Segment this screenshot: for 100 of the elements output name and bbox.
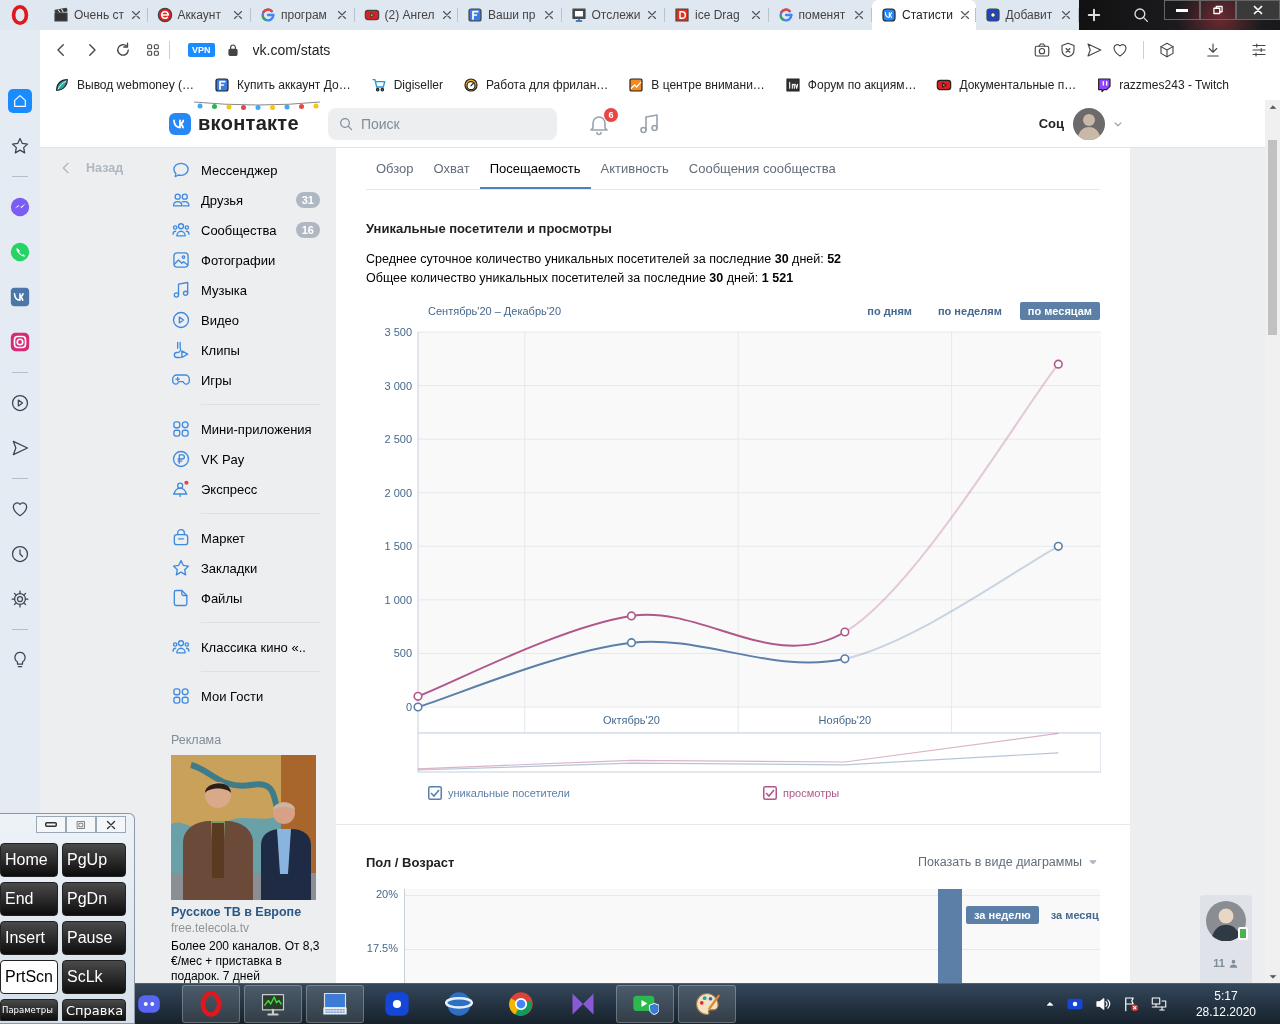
scrollbar[interactable] [1265,100,1280,984]
menu-item[interactable]: Мои Гости [165,681,320,711]
minimize-button[interactable] [36,816,66,833]
close-button[interactable] [96,816,126,833]
view-toggle[interactable]: Показать в виде диаграммы [918,855,1100,869]
period-button[interactable]: за неделю [966,906,1039,924]
scroll-thumb[interactable] [1268,140,1277,335]
browser-tab[interactable]: поменят [768,0,872,30]
close-button[interactable] [1236,0,1280,20]
send-icon[interactable] [1085,41,1103,59]
menu-item[interactable]: Друзья 31 [165,185,320,215]
browser-tab[interactable]: (2) Ангел [354,0,458,30]
browser-tab[interactable]: Отслежи [561,0,665,30]
browser-tab[interactable]: програм [251,0,355,30]
minimize-button[interactable] [1164,0,1200,20]
star-icon[interactable] [10,135,30,156]
menu-item[interactable]: Видео [165,305,320,335]
browser-tab[interactable]: Добавит [975,0,1079,30]
search-icon[interactable] [1132,6,1150,24]
key[interactable]: PrtScn [0,960,58,994]
period-button[interactable]: за месяц [1042,906,1107,924]
tab[interactable]: Посещаемость [479,148,591,189]
square-logo-icon[interactable] [9,285,31,308]
clock[interactable]: 5:17 28.12.2020 [1195,988,1256,1020]
download-icon[interactable] [1204,41,1222,59]
bookmark[interactable]: Форум по акциям… [784,77,917,93]
camera-icon[interactable] [1033,41,1051,59]
key[interactable]: Insert [0,921,58,955]
settings-icon[interactable] [10,588,30,609]
palette-icon[interactable] [693,990,721,1018]
restore-button[interactable] [1200,0,1236,20]
browser-tab[interactable]: Ваши пр [458,0,562,30]
bookmark[interactable]: Купить аккаунт До… [214,77,351,93]
globe-icon[interactable] [445,990,473,1018]
key[interactable]: Home [0,843,58,877]
menu-item[interactable]: Игры [165,365,320,395]
sliders-icon[interactable] [1250,41,1268,59]
browser-tab[interactable]: ice Drag [665,0,769,30]
menu-item[interactable]: Мини-приложения [165,414,320,444]
tabs-grid-icon[interactable] [145,42,161,58]
bookmark[interactable]: Работа для фрилан… [463,77,609,93]
network-icon[interactable] [1149,995,1168,1013]
menu-item[interactable]: Файлы [165,583,320,613]
tab-title: Отслежи [591,8,641,22]
bookmark[interactable]: В центре внимани… [628,77,765,93]
ad-title[interactable]: Русское ТВ в Европе [171,905,320,919]
bookmark[interactable]: Вывод webmoney (… [54,77,194,93]
menu-item[interactable]: Сообщества 16 [165,215,320,245]
keyboard-button[interactable]: Параметры [0,999,58,1021]
heart-icon[interactable] [1111,41,1129,59]
menu-item[interactable]: Экспресс [165,474,320,504]
dot-logo-icon[interactable] [383,990,411,1018]
shield-icon[interactable] [1059,41,1077,59]
browser-tab[interactable]: Очень ст [44,0,148,30]
bookmark[interactable]: Digiseller [370,77,443,93]
keyboard-icon[interactable] [321,990,349,1018]
period-button[interactable]: по месяцам [1019,302,1100,320]
tab[interactable]: Сообщения сообщества [678,148,846,189]
menu-item[interactable]: Маркет [165,523,320,553]
close-icon[interactable] [852,8,866,22]
browser-tab[interactable]: Аккаунт [147,0,251,30]
play-icon[interactable] [10,392,30,413]
close-icon[interactable] [231,8,245,22]
key[interactable]: Pause [62,921,126,955]
menu-item[interactable]: VK Pay [165,444,320,474]
home-button[interactable] [8,88,32,113]
period-button[interactable]: по неделям [929,302,1010,320]
menu-item[interactable]: Фотографии [165,245,320,275]
bookmark[interactable]: Документальные п… [936,77,1077,93]
ring-logo-icon[interactable] [507,990,535,1018]
plus-icon[interactable] [1085,6,1103,24]
tab[interactable]: Охват [423,148,480,189]
reload-icon[interactable] [114,41,132,59]
menu-item[interactable]: Музыка [165,275,320,305]
menu-item[interactable]: Закладки [165,553,320,583]
key[interactable]: ScLk [62,960,126,994]
user-name[interactable]: Соц [1038,116,1064,131]
period-button[interactable]: по дням [859,302,920,320]
checkbox[interactable] [428,786,442,800]
checkbox[interactable] [763,786,777,800]
search-field[interactable]: Поиск [327,107,557,140]
menu-item[interactable]: Клипы [165,335,320,365]
close-icon[interactable] [1059,8,1073,22]
keyboard-button[interactable]: Справка [62,999,126,1021]
key[interactable]: PgDn [62,882,126,916]
chat-bubble-icon[interactable] [9,195,31,218]
bookmark[interactable]: razzmes243 - Twitch [1096,77,1229,93]
menu-item[interactable]: Мессенджер [165,155,320,185]
cube-icon[interactable] [1158,41,1176,59]
key[interactable]: PgUp [62,843,126,877]
tab[interactable]: Активность [590,148,679,189]
clock-icon[interactable] [10,543,30,564]
tab[interactable]: Обзор [366,148,424,189]
key[interactable]: End [0,882,58,916]
camera-icon[interactable] [9,330,31,353]
address-field[interactable]: vk.com/stats [252,42,553,58]
menu-item[interactable]: Классика кино «.. [165,632,320,662]
avatar[interactable] [1073,107,1105,140]
browser-tab[interactable]: Статисти [872,0,976,30]
speaker-icon[interactable] [1093,995,1112,1013]
